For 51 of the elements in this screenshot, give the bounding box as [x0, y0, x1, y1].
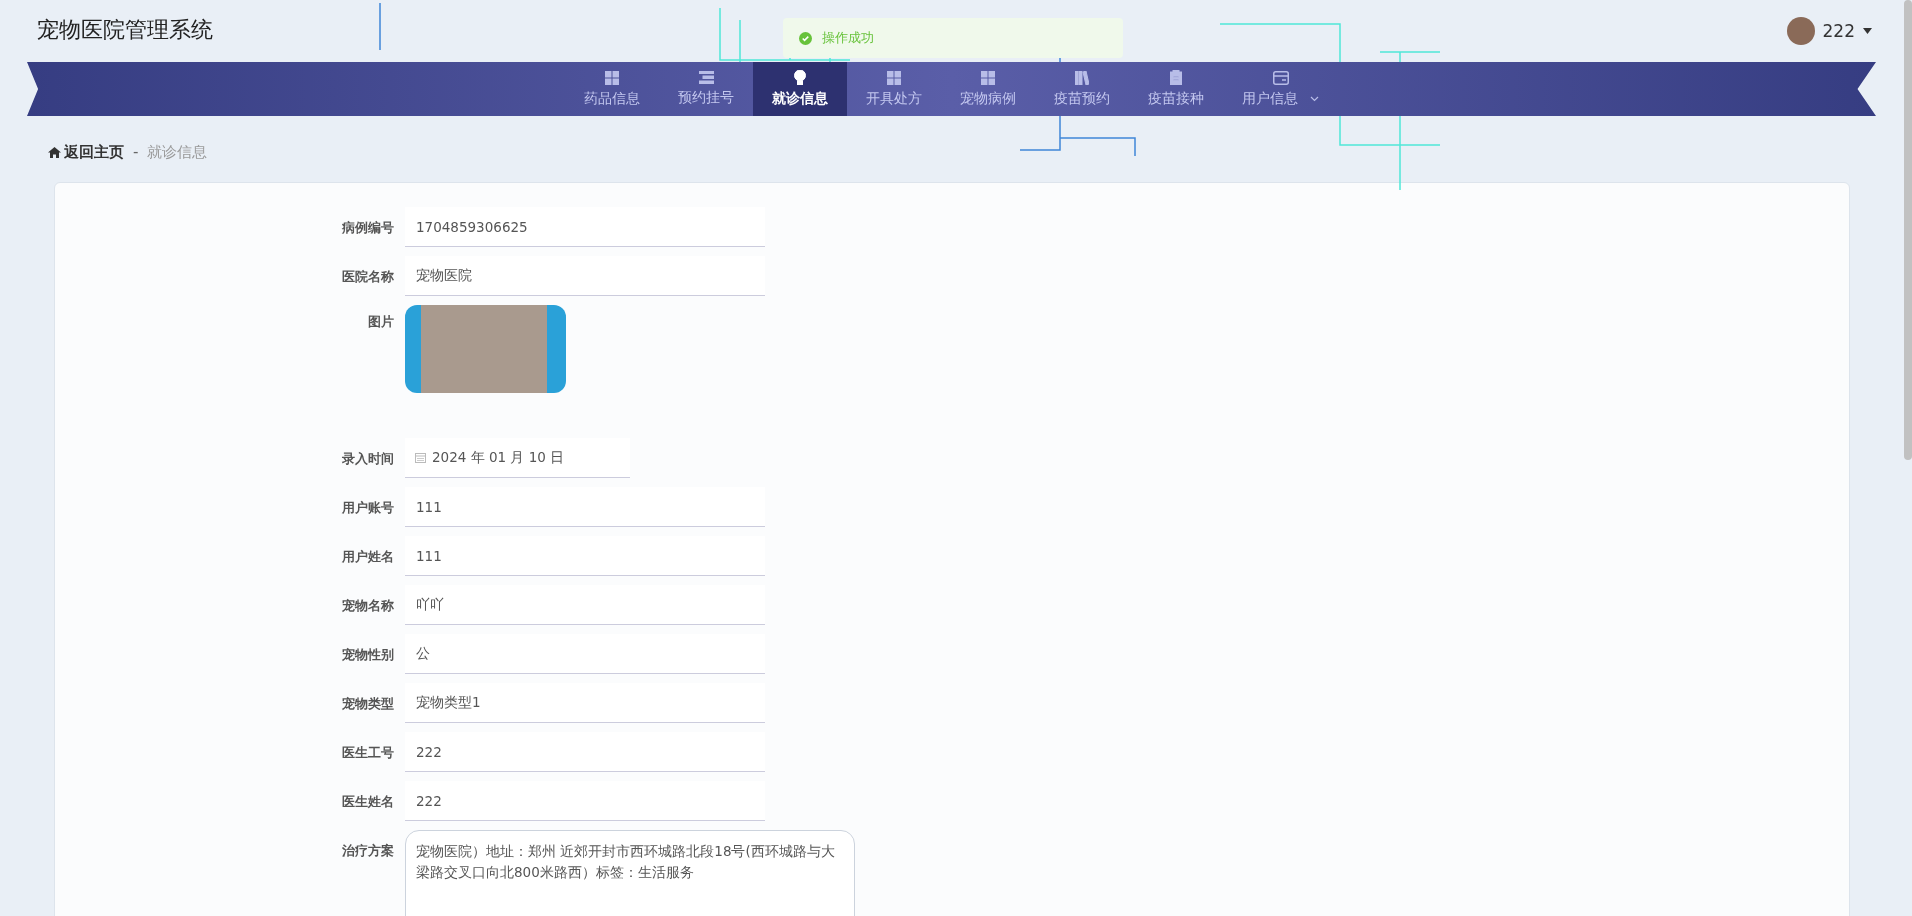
- field-label: 医生姓名: [341, 793, 395, 811]
- user-avatar[interactable]: [1786, 17, 1815, 45]
- input-field[interactable]: 吖吖: [405, 585, 765, 625]
- nav-tab[interactable]: 用户信息: [1223, 62, 1338, 116]
- input-field[interactable]: 111: [405, 536, 765, 576]
- breadcrumb-separator: -: [133, 143, 139, 161]
- caret-icon[interactable]: [1863, 28, 1872, 34]
- field-label: 图片: [367, 313, 395, 331]
- field-label: 病例编号: [341, 219, 395, 237]
- text-area[interactable]: 宠物医院）地址：郑州 近郊开封市西环城路北段18号(西环城路与大梁路交叉口向北800米路西）标签：生活服务: [405, 830, 855, 916]
- field-label: 宠物类型: [341, 695, 395, 713]
- toast-message: 操作成功: [822, 29, 874, 47]
- field-label: 医院名称: [341, 268, 395, 286]
- scrollbar[interactable]: [1904, 0, 1912, 460]
- card-icon: [1272, 70, 1289, 85]
- grid-icon: [981, 70, 995, 85]
- nav-tab[interactable]: 疫苗接种: [1129, 62, 1223, 116]
- home-icon: [48, 146, 61, 158]
- clipboard-icon: [1170, 70, 1182, 85]
- app-title: 宠物医院管理系统: [37, 16, 213, 44]
- books-icon: [1075, 70, 1089, 85]
- user-name[interactable]: 222: [1822, 21, 1855, 41]
- nav-tab[interactable]: 预约挂号: [659, 62, 753, 116]
- field-label: 医生工号: [341, 744, 395, 762]
- input-field[interactable]: 1704859306625: [405, 207, 765, 247]
- nav-tab[interactable]: 疫苗预约: [1035, 62, 1129, 116]
- check-circle-icon: [799, 31, 812, 45]
- nav-tab[interactable]: 就诊信息: [753, 62, 847, 116]
- input-field[interactable]: 222: [405, 781, 765, 821]
- field-label: 用户账号: [341, 499, 395, 517]
- input-field[interactable]: 公: [405, 634, 765, 674]
- input-field[interactable]: 宠物类型1: [405, 683, 765, 723]
- field-label: 宠物名称: [341, 597, 395, 615]
- nav-tab[interactable]: 药品信息: [565, 62, 659, 116]
- grid-icon: [605, 70, 619, 85]
- field-label: 宠物性别: [341, 646, 395, 664]
- home-link[interactable]: 返回主页: [48, 142, 124, 162]
- field-label: 用户姓名: [341, 548, 395, 566]
- field-label: 录入时间: [341, 450, 395, 468]
- field-label: 治疗方案: [341, 842, 395, 860]
- input-field[interactable]: 222: [405, 732, 765, 772]
- nav-tab[interactable]: 开具处方: [847, 62, 941, 116]
- lightbulb-icon: [794, 70, 806, 85]
- breadcrumb-current: 就诊信息: [147, 142, 208, 162]
- list-icon: [698, 71, 714, 84]
- input-field[interactable]: 宠物医院: [405, 256, 765, 296]
- grid-icon: [887, 70, 901, 85]
- input-field[interactable]: 111: [405, 487, 765, 527]
- calendar-icon: [415, 452, 426, 463]
- date-field[interactable]: 2024 年 01 月 10 日: [405, 438, 630, 478]
- nav-tab[interactable]: 宠物病例: [941, 62, 1035, 116]
